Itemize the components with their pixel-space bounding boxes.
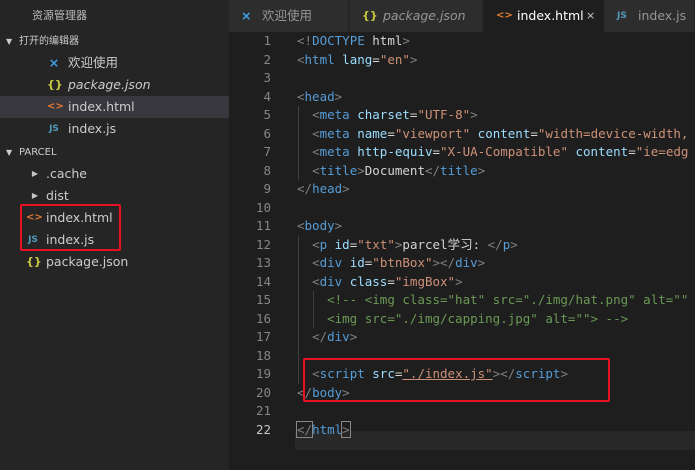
file-label: package.json <box>46 254 129 269</box>
line-number: 4 <box>263 88 271 104</box>
explorer-title: 资源管理器 <box>32 9 87 22</box>
editor-tab-bar: ⨯ 欢迎使用 {} package.json <> index.html × JS index.… <box>229 0 695 32</box>
file-item[interactable]: {} package.json <box>0 251 229 273</box>
project-header[interactable]: ▼ PARCEL <box>0 143 229 163</box>
indent-guide <box>298 235 299 384</box>
json-icon: {} <box>362 9 378 22</box>
line-number: 1 <box>263 33 271 48</box>
tab-label: index.js <box>638 8 687 23</box>
code-line[interactable]: <title>Document</title> <box>297 162 485 181</box>
tab-[interactable]: ⨯ 欢迎使用 <box>229 0 349 32</box>
js-icon: JS <box>49 124 59 134</box>
line-number: 16 <box>255 310 271 326</box>
line-number: 22 <box>255 421 271 437</box>
code-line[interactable]: <p id="txt">parcel学习: </p> <box>297 236 518 255</box>
open-editor-item[interactable]: {} package.json <box>0 74 229 96</box>
code-line[interactable]: </body> <box>297 384 350 403</box>
code-line[interactable]: <meta http-equiv="X-UA-Compatible" conte… <box>297 143 688 162</box>
code-line[interactable]: <div id="btnBox"></div> <box>297 254 485 273</box>
line-number: 19 <box>255 366 271 381</box>
file-label: index.html <box>46 210 113 225</box>
code-line[interactable]: </head> <box>297 180 350 199</box>
open-editor-item[interactable]: JS index.js <box>0 118 229 140</box>
code-line[interactable]: </div> <box>297 328 357 347</box>
tab-label: package.json <box>383 8 466 23</box>
html-icon: <> <box>496 10 513 21</box>
code-line[interactable]: </html> <box>295 420 351 440</box>
file-label: package.json <box>68 77 151 92</box>
code-editor[interactable]: 1 2 3 4 5 6 7 8 9 10 11 12 13 14 15 16 17 18 19 20 21 22 <!DOC… <box>229 32 695 470</box>
explorer-sidebar: 资源管理器 ▼ 打开的编辑器 ⨯ 欢迎使用{} package.json <> inde… <box>0 0 229 470</box>
indent-guide <box>313 291 314 328</box>
open-editor-item[interactable]: ⨯ 欢迎使用 <box>0 52 229 74</box>
js-icon: JS <box>28 235 38 245</box>
file-label: index.html <box>68 99 135 114</box>
json-icon: {} <box>47 78 63 91</box>
code-line[interactable]: <meta name="viewport" content="width=dev… <box>297 125 688 144</box>
code-line[interactable]: <!-- <img class="hat" src="./img/hat.png… <box>297 291 688 310</box>
chevron-down-icon: ▼ <box>6 37 13 46</box>
html-icon: <> <box>26 212 43 223</box>
project-label: PARCEL <box>19 147 57 158</box>
line-number: 5 <box>263 107 271 122</box>
code-line[interactable]: <div class="imgBox"> <box>297 273 463 292</box>
open-editors-header[interactable]: ▼ 打开的编辑器 <box>0 32 229 52</box>
open-editor-item[interactable]: <> index.html <box>0 96 229 118</box>
indent-guide <box>298 106 299 180</box>
line-number: 12 <box>255 236 271 252</box>
tab-packagejson[interactable]: {} package.json <box>350 0 483 32</box>
js-icon: JS <box>617 11 627 21</box>
folder-collapsed-icon: ▶ <box>31 191 39 200</box>
file-item[interactable]: JS index.js <box>0 229 229 251</box>
chevron-down-icon: ▼ <box>6 148 13 157</box>
line-number: 8 <box>263 162 271 178</box>
open-editors-list: ⨯ 欢迎使用 {} package.json <> index.html JS index.j… <box>0 52 229 140</box>
line-number: 11 <box>255 218 271 233</box>
code-line[interactable]: <!DOCTYPE html> <box>297 32 410 51</box>
open-editors-label: 打开的编辑器 <box>19 36 79 47</box>
folder-item[interactable]: ▶ .cache <box>0 163 229 185</box>
line-number: 13 <box>255 255 271 270</box>
tab-indexjs[interactable]: JS index.js <box>605 0 695 32</box>
vscode-icon: ⨯ <box>48 55 60 70</box>
code-line[interactable]: <script src="./index.js"></script> <box>297 365 568 384</box>
code-line[interactable]: <meta charset="UTF-8"> <box>297 106 478 125</box>
close-icon[interactable]: × <box>586 0 595 32</box>
folder-collapsed-icon: ▶ <box>31 169 39 178</box>
file-label: dist <box>46 188 69 203</box>
code-line[interactable]: <html lang="en"> <box>297 51 417 70</box>
code-line[interactable]: <body> <box>297 217 342 236</box>
folder-item[interactable]: ▶ dist <box>0 185 229 207</box>
file-label: 欢迎使用 <box>68 55 119 70</box>
line-number: 14 <box>255 273 271 289</box>
line-number: 15 <box>255 292 271 307</box>
line-number: 7 <box>263 144 271 159</box>
tab-label: index.html <box>517 8 584 23</box>
file-label: .cache <box>46 166 87 181</box>
line-number: 3 <box>263 70 271 85</box>
project-file-list: ▶ .cache ▶ dist <> index.html JS index.js{} pack… <box>0 163 229 273</box>
tab-label: 欢迎使用 <box>262 8 313 23</box>
file-item[interactable]: <> index.html <box>0 207 229 229</box>
file-label: index.js <box>68 121 117 136</box>
line-number: 6 <box>263 125 271 141</box>
line-number: 2 <box>263 51 271 67</box>
line-number: 20 <box>255 384 271 400</box>
tab-indexhtml[interactable]: <> index.html × <box>484 0 604 32</box>
line-number: 10 <box>255 199 271 215</box>
line-number: 18 <box>255 347 271 363</box>
json-icon: {} <box>26 255 42 268</box>
line-number: 21 <box>255 403 271 418</box>
code-line[interactable]: <img src="./img/capping.jpg" alt=""> --> <box>297 310 628 329</box>
vscode-icon: ⨯ <box>241 8 252 23</box>
file-label: index.js <box>46 232 95 247</box>
line-number: 9 <box>263 181 271 196</box>
code-line[interactable]: <head> <box>297 88 342 107</box>
current-line-highlight <box>295 431 695 450</box>
line-number: 17 <box>255 329 271 344</box>
html-icon: <> <box>47 101 64 112</box>
